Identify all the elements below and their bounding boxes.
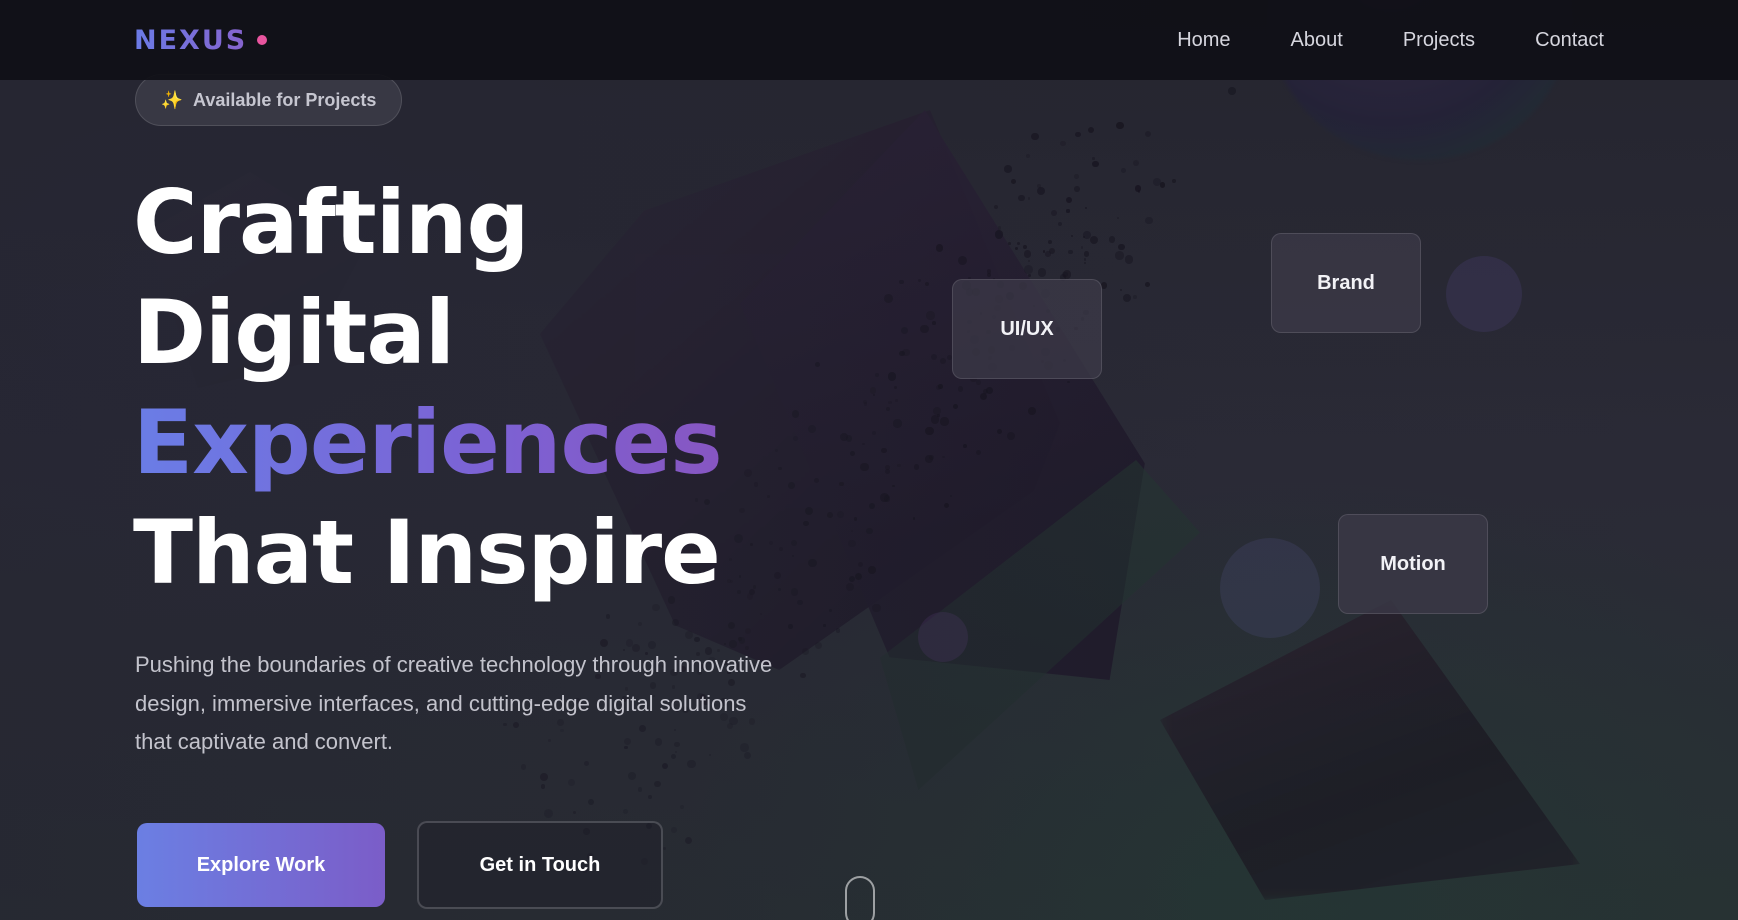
- scroll-indicator-icon[interactable]: [845, 876, 875, 920]
- logo-dot-icon: [257, 35, 268, 45]
- headline-line-2: Digital: [133, 281, 455, 384]
- explore-work-button[interactable]: Explore Work: [137, 823, 385, 907]
- hero-section: ✨ Available for Projects Crafting Digita…: [0, 0, 1738, 920]
- tag-ui-ux-label: UI/UX: [1000, 317, 1054, 340]
- tag-ui-ux[interactable]: UI/UX: [952, 279, 1102, 379]
- availability-badge-label: Available for Projects: [193, 89, 377, 110]
- tag-motion-label: Motion: [1380, 552, 1446, 575]
- tag-brand-label: Brand: [1317, 271, 1375, 294]
- nav-links: Home About Projects Contact: [1177, 29, 1604, 52]
- hero-subtitle: Pushing the boundaries of creative techn…: [135, 652, 773, 754]
- nav-link-about[interactable]: About: [1291, 29, 1343, 52]
- tag-motion[interactable]: Motion: [1338, 514, 1488, 614]
- headline-line-4: That Inspire: [133, 501, 721, 604]
- headline-line-1: Crafting: [133, 171, 530, 274]
- nav-link-contact[interactable]: Contact: [1535, 29, 1604, 52]
- headline-line-3-highlight: Experiences: [133, 388, 723, 498]
- nav-link-projects[interactable]: Projects: [1403, 29, 1475, 52]
- hero-headline: Crafting Digital Experiences That Inspir…: [133, 168, 723, 608]
- availability-badge: ✨ Available for Projects: [135, 74, 402, 126]
- get-in-touch-button[interactable]: Get in Touch: [417, 821, 663, 909]
- sparkles-icon: ✨: [160, 89, 183, 110]
- nav-link-home[interactable]: Home: [1177, 29, 1230, 52]
- logo[interactable]: NEXUS: [134, 25, 268, 56]
- tag-brand[interactable]: Brand: [1271, 233, 1421, 333]
- logo-text[interactable]: NEXUS: [134, 25, 247, 56]
- top-navbar: NEXUS Home About Projects Contact: [0, 0, 1738, 80]
